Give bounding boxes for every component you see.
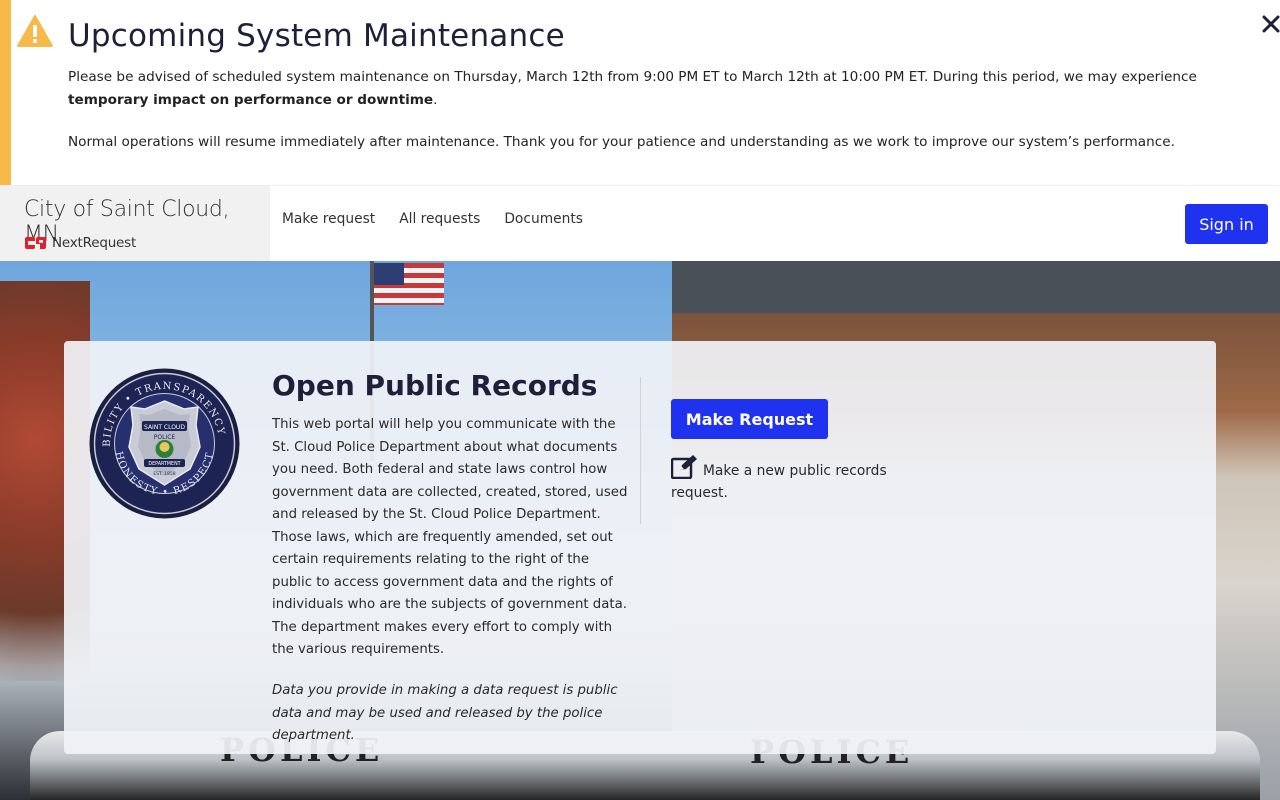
nextrequest-logo-icon xyxy=(25,237,46,249)
building-roof xyxy=(672,261,1280,313)
nav-links: Make request All requests Documents xyxy=(282,211,583,227)
svg-text:POLICE: POLICE xyxy=(154,434,176,441)
nav-documents[interactable]: Documents xyxy=(504,211,583,227)
nav-make-request[interactable]: Make request xyxy=(282,211,375,227)
svg-text:DEPARTMENT: DEPARTMENT xyxy=(148,461,180,467)
banner-title: Upcoming System Maintenance xyxy=(68,18,565,54)
nextrequest-label: NextRequest xyxy=(52,235,137,251)
intro-paragraph: This web portal will help you communicat… xyxy=(272,417,628,657)
brand-block[interactable]: City of Saint Cloud, MN NextRequest xyxy=(0,186,270,262)
page-title: Open Public Records xyxy=(272,369,598,402)
top-nav: City of Saint Cloud, MN NextRequest Make… xyxy=(0,185,1280,262)
warning-icon xyxy=(17,15,53,47)
us-flag xyxy=(374,263,444,305)
banner-message: Please be advised of scheduled system ma… xyxy=(68,69,1197,108)
maintenance-banner: Upcoming System Maintenance Please be ad… xyxy=(0,0,1280,185)
make-request-button[interactable]: Make Request xyxy=(671,399,828,439)
sign-in-button[interactable]: Sign in xyxy=(1185,204,1268,244)
data-notice: Data you provide in making a data reques… xyxy=(272,683,618,743)
svg-text:EST. 1858: EST. 1858 xyxy=(153,471,175,477)
police-seal-logo: ACCOUNTABILITY • TRANSPARENCY • HUMILITY… xyxy=(88,367,240,519)
card-divider xyxy=(640,377,641,524)
close-icon[interactable] xyxy=(1259,12,1280,36)
make-request-description: Make a new public records request. xyxy=(671,463,887,501)
svg-text:SAINT CLOUD: SAINT CLOUD xyxy=(144,424,185,431)
banner-message-second: Normal operations will resume immediatel… xyxy=(68,134,1175,150)
nav-all-requests[interactable]: All requests xyxy=(399,211,480,227)
nextrequest-logo: NextRequest xyxy=(25,235,136,251)
